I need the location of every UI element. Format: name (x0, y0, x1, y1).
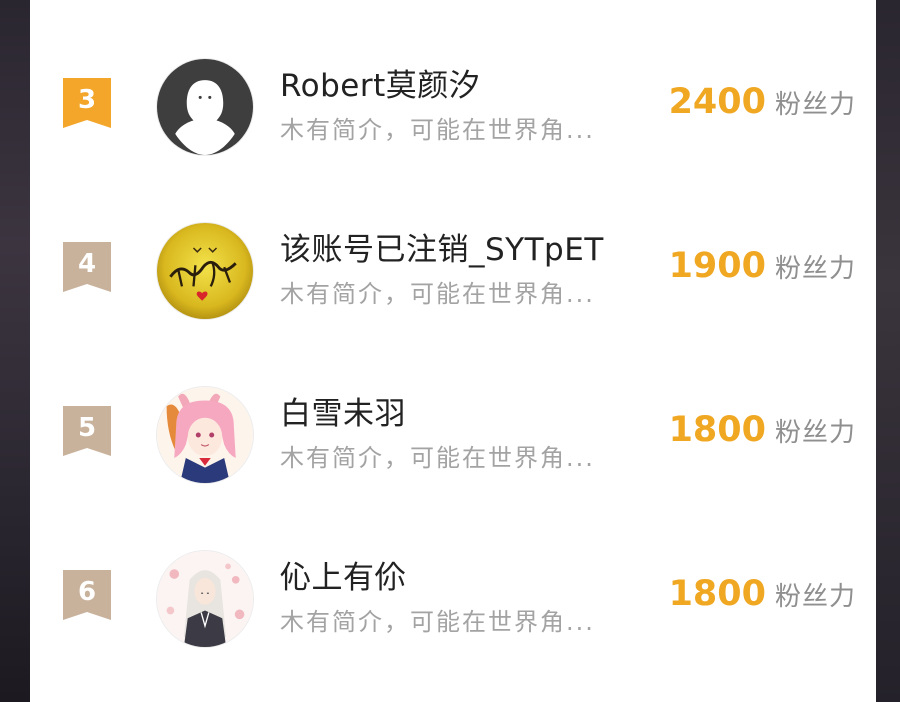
rank-badge: 3 (63, 78, 111, 128)
anime-character-avatar[interactable] (156, 550, 254, 648)
score-unit: 粉丝力 (774, 254, 856, 284)
ghost-avatar[interactable] (156, 58, 254, 156)
user-bio: 木有简介，可能在世界角... (280, 444, 595, 472)
user-bio: 木有简介，可能在世界角... (280, 280, 595, 308)
user-name[interactable]: 白雪未羽 (280, 388, 660, 433)
user-name[interactable]: 伈上有伱 (280, 552, 660, 597)
fan-power-score: 1800 粉丝力 (669, 410, 856, 450)
list-item[interactable]: 6 伈上有伱 木有简介，可能在世界角... 1800 粉丝力 (30, 550, 876, 702)
list-item[interactable]: 3 Robert莫颜汐 木有简介，可能在世界角... 2400 粉丝力 (30, 58, 876, 224)
score-unit: 粉丝力 (774, 90, 856, 120)
fan-power-score: 2400 粉丝力 (669, 82, 856, 122)
rank-badge: 4 (63, 242, 111, 292)
user-bio: 木有简介，可能在世界角... (280, 116, 595, 144)
rank-badge: 5 (63, 406, 111, 456)
score-value: 2400 (668, 82, 766, 122)
anime-girl-avatar[interactable] (156, 386, 254, 484)
fan-power-score: 1800 粉丝力 (669, 574, 856, 614)
list-item[interactable]: 4 该账号已注销_SYTpET 木有简介，可能在世界角... 1900 粉丝力 (30, 222, 876, 388)
score-value: 1800 (668, 410, 766, 450)
user-name[interactable]: Robert莫颜汐 (280, 60, 660, 105)
score-unit: 粉丝力 (774, 582, 856, 612)
right-screen-edge (876, 0, 900, 702)
calligraphy-avatar[interactable] (156, 222, 254, 320)
user-bio: 木有简介，可能在世界角... (280, 608, 595, 636)
fan-power-score: 1900 粉丝力 (669, 246, 856, 286)
rank-badge: 6 (63, 570, 111, 620)
left-screen-edge (0, 0, 30, 702)
score-value: 1800 (668, 574, 766, 614)
fans-ranking-list: 3 Robert莫颜汐 木有简介，可能在世界角... 2400 粉丝力 4 该账… (30, 0, 876, 702)
score-value: 1900 (668, 246, 766, 286)
user-name[interactable]: 该账号已注销_SYTpET (280, 224, 660, 269)
score-unit: 粉丝力 (774, 418, 856, 448)
list-item[interactable]: 5 白雪未羽 木有简介，可能在世界角... 1800 粉丝力 (30, 386, 876, 552)
